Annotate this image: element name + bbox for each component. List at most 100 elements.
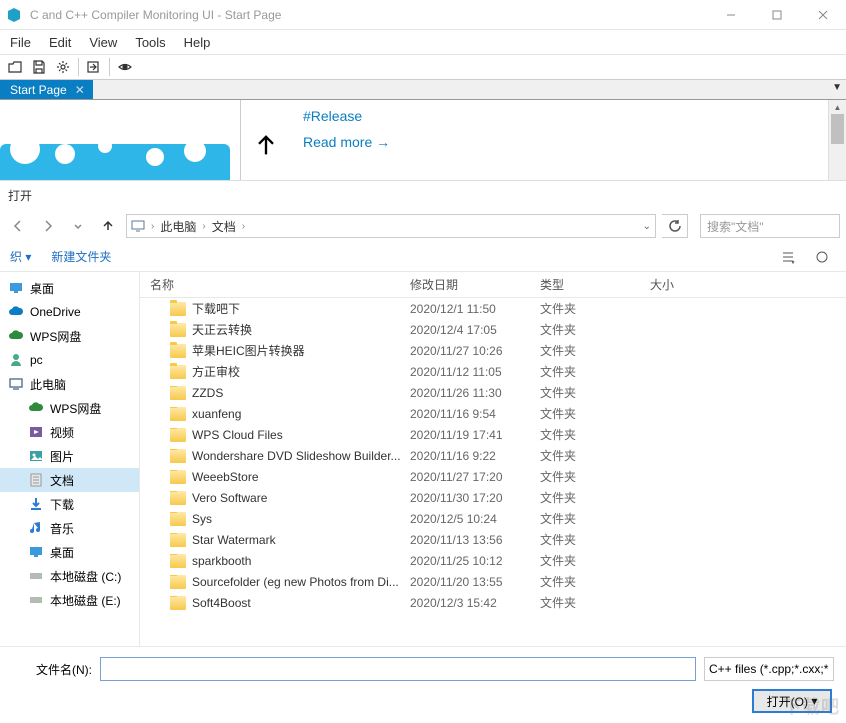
- file-row[interactable]: Wondershare DVD Slideshow Builder...2020…: [140, 445, 846, 466]
- tree-item-label: WPS网盘: [30, 328, 81, 345]
- app-icon: [6, 7, 22, 23]
- maximize-button[interactable]: [754, 0, 800, 29]
- menu-help[interactable]: Help: [184, 35, 211, 50]
- content-scrollbar[interactable]: ▲ ▼: [828, 100, 846, 189]
- file-date: 2020/11/27 17:20: [400, 470, 530, 484]
- file-name: 下载吧下: [192, 300, 240, 317]
- tree-item[interactable]: WPS网盘: [0, 396, 139, 420]
- file-name: Sys: [192, 512, 212, 526]
- file-row[interactable]: Sys2020/12/5 10:24文件夹: [140, 508, 846, 529]
- header-size[interactable]: 大小: [640, 272, 720, 297]
- tree-item-label: OneDrive: [30, 305, 81, 319]
- file-row[interactable]: 下载吧下2020/12/1 11:50文件夹: [140, 298, 846, 319]
- refresh-button[interactable]: [662, 214, 688, 238]
- search-placeholder: 搜索"文档": [707, 218, 764, 235]
- toolbar-separator: [78, 58, 79, 76]
- tree-item[interactable]: 本地磁盘 (C:): [0, 564, 139, 588]
- tree-item[interactable]: 本地磁盘 (E:): [0, 588, 139, 612]
- open-button[interactable]: 打开(O) ▾: [752, 689, 832, 713]
- nav-forward-icon[interactable]: [36, 214, 60, 238]
- tree-item[interactable]: 文档: [0, 468, 139, 492]
- menu-file[interactable]: File: [10, 35, 31, 50]
- tree-item[interactable]: 此电脑: [0, 372, 139, 396]
- file-row[interactable]: WPS Cloud Files2020/11/19 17:41文件夹: [140, 424, 846, 445]
- tree-item[interactable]: pc: [0, 348, 139, 372]
- minimize-button[interactable]: [708, 0, 754, 29]
- address-bar[interactable]: › 此电脑 › 文档 › ⌄: [126, 214, 656, 238]
- file-row[interactable]: ZZDS2020/11/26 11:30文件夹: [140, 382, 846, 403]
- tab-start-page[interactable]: Start Page ✕: [0, 80, 93, 99]
- video-icon: [28, 424, 44, 440]
- scroll-up-icon[interactable]: ▲: [829, 100, 846, 114]
- file-type: 文件夹: [530, 426, 640, 443]
- file-row[interactable]: Vero Software2020/11/30 17:20文件夹: [140, 487, 846, 508]
- tree-item[interactable]: 桌面: [0, 540, 139, 564]
- help-button[interactable]: [808, 246, 836, 268]
- folder-icon: [170, 302, 186, 316]
- new-folder-button[interactable]: 新建文件夹: [51, 248, 111, 265]
- export-icon[interactable]: [83, 56, 105, 78]
- read-more-link[interactable]: Read more →: [303, 134, 816, 150]
- file-open-dialog: 打开 › 此电脑 › 文档 › ⌄ 搜索"文档" 织 ▾ 新建文件夹 桌面O: [0, 180, 846, 723]
- search-input[interactable]: 搜索"文档": [700, 214, 840, 238]
- folder-icon: [170, 449, 186, 463]
- file-row[interactable]: sparkbooth2020/11/25 10:12文件夹: [140, 550, 846, 571]
- file-row[interactable]: Sourcefolder (eg new Photos from Di...20…: [140, 571, 846, 592]
- tree-item[interactable]: 桌面: [0, 276, 139, 300]
- desktop-icon: [28, 544, 44, 560]
- file-row[interactable]: 天正云转换2020/12/4 17:05文件夹: [140, 319, 846, 340]
- menu-view[interactable]: View: [89, 35, 117, 50]
- address-dropdown-icon[interactable]: ⌄: [643, 221, 651, 232]
- open-icon[interactable]: [4, 56, 26, 78]
- file-row[interactable]: WeeebStore2020/11/27 17:20文件夹: [140, 466, 846, 487]
- file-row[interactable]: Star Watermark2020/11/13 13:56文件夹: [140, 529, 846, 550]
- header-name[interactable]: 名称: [140, 272, 400, 297]
- file-type: 文件夹: [530, 342, 640, 359]
- header-date[interactable]: 修改日期: [400, 272, 530, 297]
- eye-icon[interactable]: [114, 56, 136, 78]
- menu-tools[interactable]: Tools: [135, 35, 165, 50]
- file-row[interactable]: Soft4Boost2020/12/3 15:42文件夹: [140, 592, 846, 613]
- view-mode-button[interactable]: [774, 246, 802, 268]
- close-button[interactable]: [800, 0, 846, 29]
- file-row[interactable]: 方正审校2020/11/12 11:05文件夹: [140, 361, 846, 382]
- up-arrow-icon[interactable]: [241, 100, 291, 189]
- file-row[interactable]: 苹果HEIC图片转换器2020/11/27 10:26文件夹: [140, 340, 846, 361]
- file-date: 2020/11/30 17:20: [400, 491, 530, 505]
- tree-item-label: 本地磁盘 (E:): [50, 592, 121, 609]
- organize-menu[interactable]: 织 ▾: [10, 248, 31, 265]
- nav-recent-icon[interactable]: [66, 214, 90, 238]
- scrollbar-thumb[interactable]: [831, 114, 844, 144]
- folder-icon: [170, 344, 186, 358]
- disk-icon: [28, 592, 44, 608]
- breadcrumb-root[interactable]: 此电脑: [160, 218, 196, 235]
- header-type[interactable]: 类型: [530, 272, 640, 297]
- breadcrumb-folder[interactable]: 文档: [212, 218, 236, 235]
- folder-icon: [170, 596, 186, 610]
- folder-icon: [170, 533, 186, 547]
- cloud-icon: [8, 304, 24, 320]
- file-type: 文件夹: [530, 531, 640, 548]
- file-type-filter[interactable]: C++ files (*.cpp;*.cxx;*: [704, 657, 834, 681]
- file-date: 2020/11/16 9:54: [400, 407, 530, 421]
- save-icon[interactable]: [28, 56, 50, 78]
- file-row[interactable]: xuanfeng2020/11/16 9:54文件夹: [140, 403, 846, 424]
- nav-up-icon[interactable]: [96, 214, 120, 238]
- file-name: sparkbooth: [192, 554, 251, 568]
- tree-item[interactable]: 图片: [0, 444, 139, 468]
- tab-dropdown-icon[interactable]: ▼: [832, 82, 842, 93]
- tree-item[interactable]: OneDrive: [0, 300, 139, 324]
- wps-icon: [8, 328, 24, 344]
- menu-edit[interactable]: Edit: [49, 35, 71, 50]
- tree-item[interactable]: WPS网盘: [0, 324, 139, 348]
- tree-item-label: 此电脑: [30, 376, 66, 393]
- settings-icon[interactable]: [52, 56, 74, 78]
- nav-back-icon[interactable]: [6, 214, 30, 238]
- file-name: WeeebStore: [192, 470, 259, 484]
- image-icon: [28, 448, 44, 464]
- tree-item[interactable]: 视频: [0, 420, 139, 444]
- tree-item[interactable]: 音乐: [0, 516, 139, 540]
- tree-item[interactable]: 下载: [0, 492, 139, 516]
- tab-close-icon[interactable]: ✕: [75, 83, 85, 97]
- filename-input[interactable]: [100, 657, 696, 681]
